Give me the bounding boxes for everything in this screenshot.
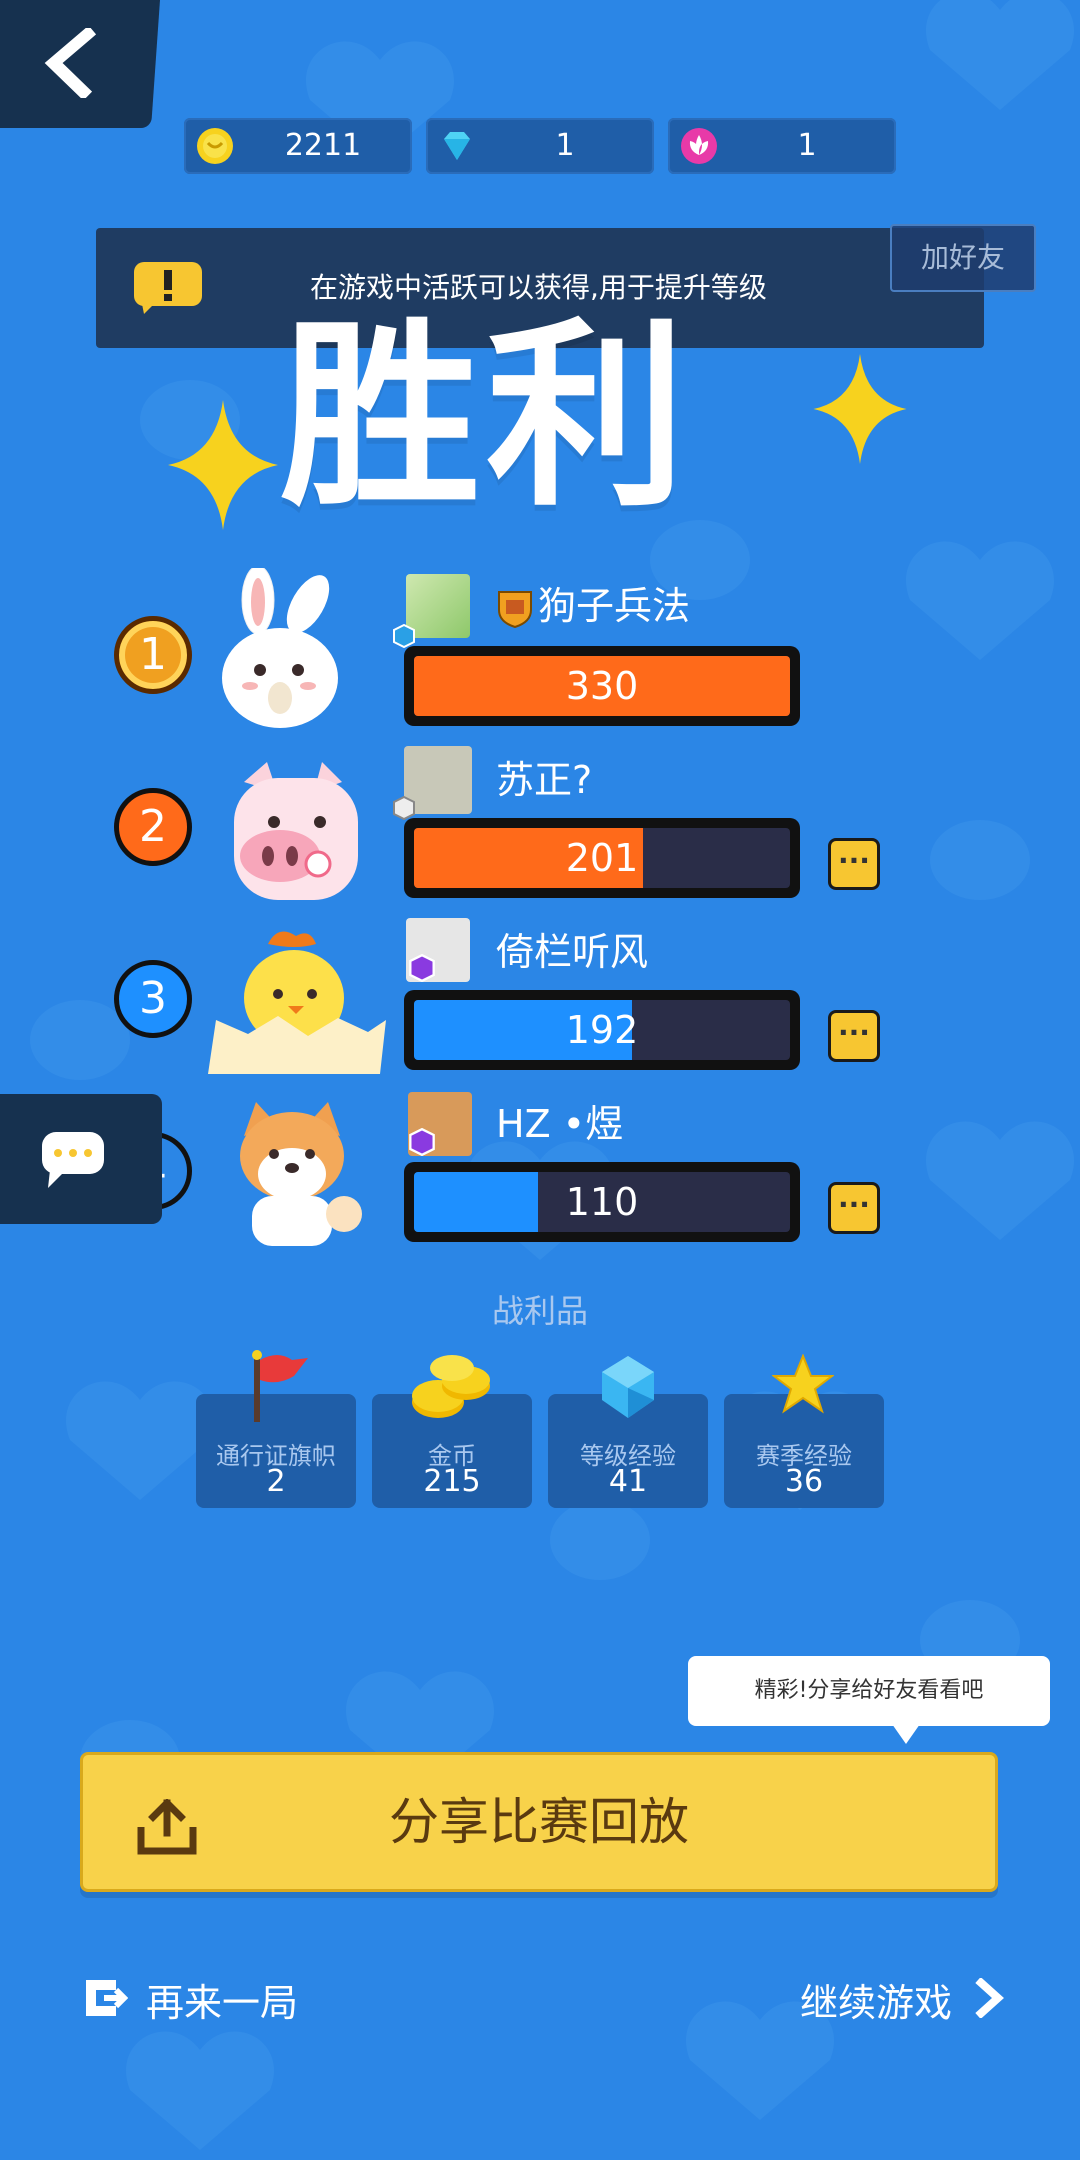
level-shield-icon [498, 591, 532, 628]
tip-text: 在游戏中活跃可以获得,用于提升等级 [310, 271, 767, 304]
chat-button[interactable] [0, 1094, 162, 1224]
more-button[interactable]: ··· [828, 1010, 880, 1062]
hexagon-badge-icon [393, 624, 415, 648]
score-bar: 110 [404, 1162, 800, 1242]
loot-title: 战利品 [491, 1292, 588, 1330]
loot-value: 36 [784, 1464, 824, 1499]
replay-icon [86, 1980, 128, 2016]
add-friend-button[interactable]: 加好友 [890, 224, 1036, 292]
player-name: HZ •煜 [496, 1102, 624, 1146]
coin-count: 2211 [284, 128, 362, 163]
score-value: 330 [565, 664, 639, 708]
pig-character [234, 762, 358, 900]
diamond-counter[interactable]: 1 [426, 118, 654, 174]
chick-character [208, 931, 386, 1074]
diamond-count: 1 [555, 128, 575, 163]
score-bar: 330 [404, 646, 800, 726]
continue-label: 继续游戏 [800, 1981, 953, 2025]
star-icon [772, 1354, 834, 1414]
diamond-icon [444, 132, 470, 160]
score-bar: 192 [404, 990, 800, 1070]
player-name: 倚栏听风 [496, 930, 649, 974]
chat-bubble-icon [42, 1132, 104, 1188]
rabbit-character [222, 568, 338, 728]
hexagon-badge-icon [393, 796, 415, 820]
score-value: 110 [565, 1180, 639, 1224]
share-replay-button[interactable]: 分享比赛回放 [80, 1752, 998, 1892]
rank-badge: 3 [114, 960, 192, 1038]
coin-icon [197, 128, 233, 164]
back-button[interactable] [0, 0, 161, 128]
loot-value: 41 [608, 1464, 648, 1499]
player-name: 苏正? [496, 758, 593, 802]
lotus-icon [681, 128, 717, 164]
more-button[interactable]: ··· [828, 838, 880, 890]
crystal-icon [602, 1356, 654, 1418]
score-bar: 201 [404, 818, 800, 898]
sparkle-icon [813, 354, 907, 464]
sparkle-icon [168, 400, 278, 530]
chevron-right-icon [975, 1978, 1004, 2018]
chevron-left-icon [44, 28, 97, 98]
share-hint-bubble: 精彩!分享给好友看看吧 [688, 1656, 1050, 1744]
rank-badge: 2 [114, 788, 192, 866]
shiba-character [240, 1102, 362, 1246]
continue-button[interactable]: 继续游戏 [800, 1972, 1004, 2027]
share-replay-label: 分享比赛回放 [389, 1793, 689, 1851]
lotus-counter[interactable]: 1 [668, 118, 896, 174]
more-button[interactable]: ··· [828, 1182, 880, 1234]
flag-icon [252, 1350, 308, 1422]
alert-icon [134, 262, 202, 314]
score-value: 201 [565, 836, 639, 880]
play-again-label: 再来一局 [146, 1981, 299, 2025]
loot-value: 2 [266, 1464, 286, 1499]
lotus-count: 1 [797, 128, 817, 163]
gem-badge-icon [409, 1128, 435, 1156]
score-value: 192 [565, 1008, 639, 1052]
rank-badge: 1 [114, 616, 192, 694]
loot-value: 215 [423, 1464, 481, 1499]
player-name: 狗子兵法 [538, 584, 691, 628]
coins-icon [412, 1355, 490, 1418]
coin-counter[interactable]: 2211 [184, 118, 412, 174]
victory-title: 胜利 [280, 301, 693, 534]
gem-badge-icon [409, 954, 435, 982]
